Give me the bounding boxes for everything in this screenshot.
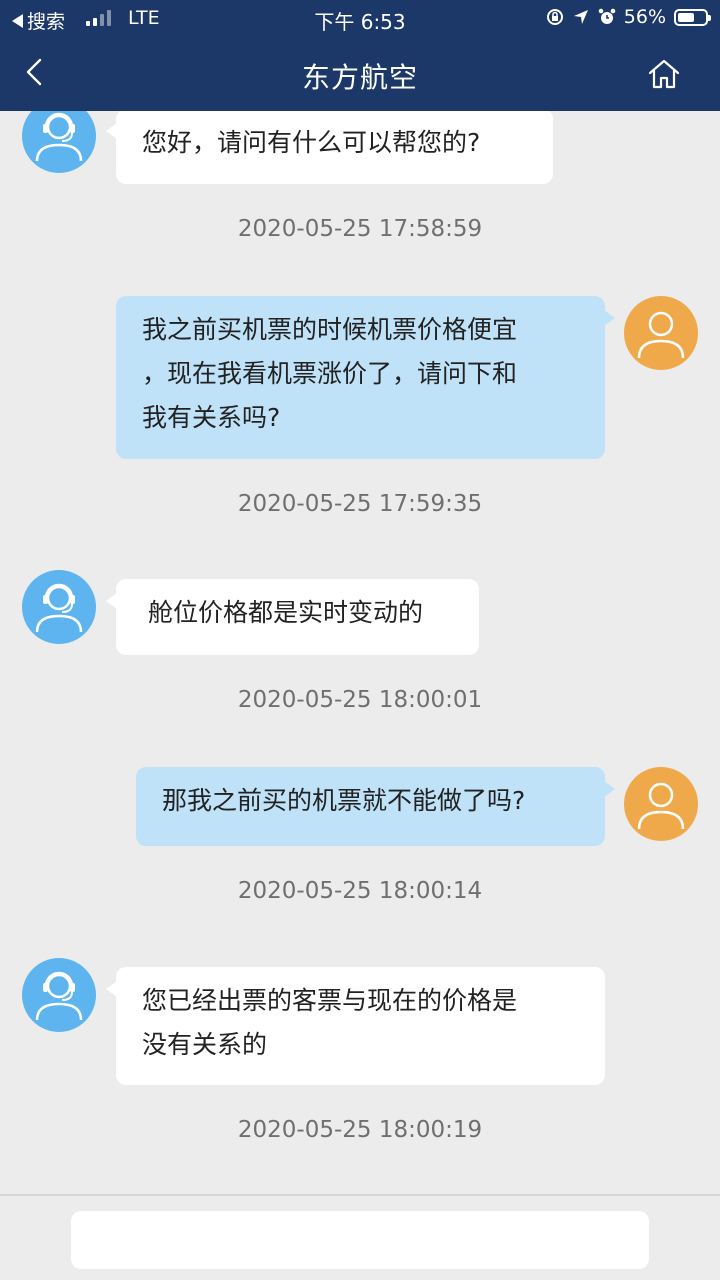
user-icon <box>637 311 685 359</box>
message-input-bar <box>0 1194 720 1280</box>
agent-avatar <box>22 570 96 644</box>
home-icon[interactable] <box>646 56 682 92</box>
agent-avatar <box>22 111 96 173</box>
message-timestamp: 2020-05-25 18:00:01 <box>237 687 483 713</box>
battery-percent: 56% <box>623 6 666 28</box>
rotation-lock-icon <box>546 9 563 25</box>
page-title: 东方航空 <box>301 61 418 94</box>
message-timestamp: 2020-05-25 18:00:19 <box>237 1117 483 1143</box>
message-line: 我有关系吗? <box>142 403 281 432</box>
message-bubble-agent: 您已经出票的客票与现在的价格是 没有关系的 <box>106 967 605 1085</box>
message-bubble-agent: 您好，请问有什么可以帮您的? <box>106 111 553 184</box>
message-input[interactable] <box>71 1211 649 1269</box>
location-arrow-icon <box>573 10 588 24</box>
user-icon <box>637 782 685 830</box>
battery-icon <box>674 8 711 26</box>
message-line: 舱位价格都是实时变动的 <box>148 598 424 627</box>
message-timestamp: 2020-05-25 17:58:59 <box>237 216 483 242</box>
customer-service-icon <box>35 971 83 1021</box>
customer-service-icon <box>35 112 83 162</box>
message-line: 我之前买机票的时候机票价格便宜 <box>142 315 518 344</box>
user-avatar <box>624 296 698 370</box>
message-line: ，现在我看机票涨价了，请问下和 <box>142 359 518 388</box>
user-avatar <box>624 767 698 841</box>
customer-service-icon <box>35 583 83 633</box>
status-right-group: 56% <box>546 6 711 28</box>
message-line: 您好，请问有什么可以帮您的? <box>142 128 481 157</box>
message-line: 您已经出票的客票与现在的价格是 <box>142 986 518 1015</box>
message-bubble-agent: 舱位价格都是实时变动的 <box>106 579 479 655</box>
message-bubble-user: 我之前买机票的时候机票价格便宜 ，现在我看机票涨价了，请问下和 我有关系吗? <box>116 296 615 459</box>
nav-bar: 东方航空 <box>0 36 720 111</box>
message-timestamp: 2020-05-25 17:59:35 <box>237 491 483 517</box>
chat-message-list[interactable]: 您好，请问有什么可以帮您的? 2020-05-25 17:58:59 我之前买机… <box>0 111 720 1194</box>
status-bar: 搜索 LTE 下午 6:53 56% <box>0 0 720 36</box>
app-header: 搜索 LTE 下午 6:53 56% 东方航空 <box>0 0 720 111</box>
alarm-icon <box>598 8 616 24</box>
agent-avatar <box>22 958 96 1032</box>
message-line: 那我之前买的机票就不能做了吗? <box>162 786 526 815</box>
message-timestamp: 2020-05-25 18:00:14 <box>237 878 483 904</box>
message-bubble-user: 那我之前买的机票就不能做了吗? <box>136 767 615 846</box>
message-line: 没有关系的 <box>142 1030 268 1059</box>
